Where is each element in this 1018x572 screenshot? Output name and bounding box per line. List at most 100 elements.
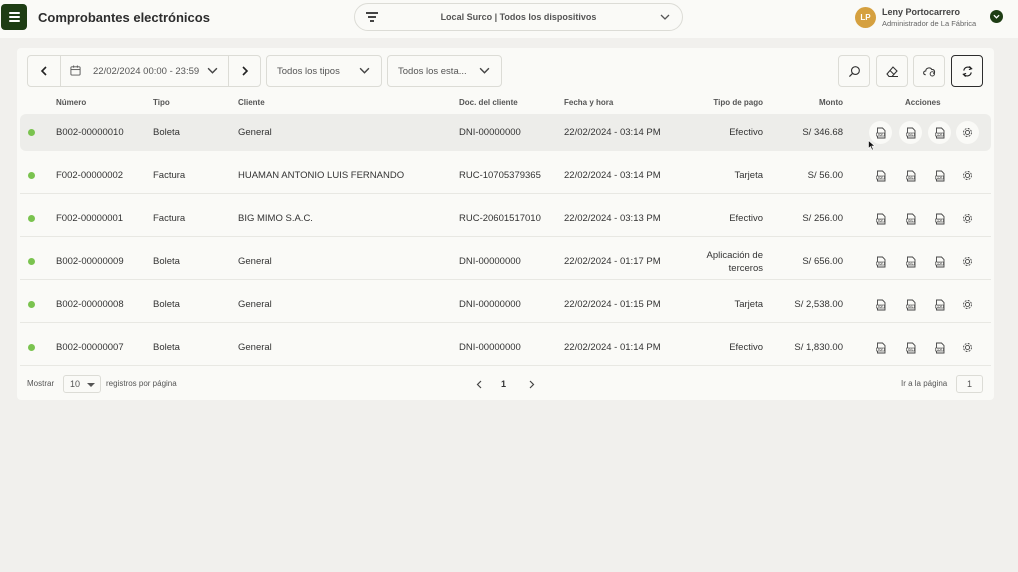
- cell-tipo: Boleta: [153, 127, 180, 138]
- xml-action-button[interactable]: XML: [899, 293, 922, 316]
- svg-text:PDF: PDF: [877, 132, 883, 136]
- xml-icon: XML: [905, 299, 917, 311]
- next-day-button[interactable]: [228, 56, 260, 86]
- header-cliente[interactable]: Cliente: [238, 98, 265, 107]
- pdf-action-button[interactable]: PDF: [869, 250, 892, 273]
- settings-icon: [961, 212, 974, 225]
- header-numero[interactable]: Número: [56, 98, 86, 107]
- payment-type-line: Aplicación de: [706, 250, 763, 261]
- settings-action-button[interactable]: [956, 336, 979, 359]
- header-fecha[interactable]: Fecha y hora: [564, 98, 613, 107]
- next-page-button[interactable]: [525, 377, 539, 391]
- table-row[interactable]: B002-00000009 Boleta General DNI-00000000 22…: [20, 243, 991, 280]
- current-page[interactable]: 1: [501, 379, 506, 389]
- previous-day-button[interactable]: [28, 56, 61, 86]
- chevron-left-icon: [476, 380, 482, 388]
- pdf-icon: PDF: [875, 256, 887, 268]
- svg-text:CDR: CDR: [936, 304, 942, 308]
- cell-monto: S/ 256.00: [802, 213, 843, 224]
- table-row[interactable]: B002-00000007 Boleta General DNI-00000000 22…: [20, 329, 991, 366]
- settings-action-button[interactable]: [956, 207, 979, 230]
- type-filter-label: Todos los tipos: [277, 66, 340, 77]
- xml-action-button[interactable]: XML: [899, 164, 922, 187]
- cell-numero: F002-00000001: [56, 213, 124, 224]
- cdr-action-button[interactable]: CDR: [928, 207, 951, 230]
- cell-cliente: BIG MIMO S.A.C.: [238, 213, 313, 224]
- table-row[interactable]: F002-00000001 Factura BIG MIMO S.A.C. RUC-2…: [20, 200, 991, 237]
- cell-doc: DNI-00000000: [459, 127, 521, 138]
- menu-icon-line: [8, 20, 20, 22]
- header-doc[interactable]: Doc. del cliente: [459, 98, 518, 107]
- page-title: Comprobantes electrónicos: [38, 10, 210, 25]
- cell-tipo: Boleta: [153, 256, 180, 267]
- settings-action-button[interactable]: [956, 164, 979, 187]
- state-filter-select[interactable]: Todos los esta...: [387, 55, 502, 87]
- payment-type-line: Tarjeta: [734, 170, 763, 181]
- table-row[interactable]: B002-00000008 Boleta General DNI-00000000 22…: [20, 286, 991, 323]
- pdf-action-button[interactable]: PDF: [869, 336, 892, 359]
- eraser-icon: [886, 65, 898, 77]
- cdr-icon: CDR: [934, 256, 946, 268]
- cell-fecha: 22/02/2024 - 03:13 PM: [564, 213, 661, 224]
- svg-text:XML: XML: [907, 218, 913, 222]
- cloud-sync-button[interactable]: [913, 55, 945, 87]
- header-tipo[interactable]: Tipo: [153, 98, 170, 107]
- xml-action-button[interactable]: XML: [899, 250, 922, 273]
- type-filter-select[interactable]: Todos los tipos: [266, 55, 382, 87]
- date-range-filter: 22/02/2024 00:00 - 23:59: [27, 55, 261, 87]
- xml-action-button[interactable]: XML: [899, 121, 922, 144]
- previous-page-button[interactable]: [472, 377, 486, 391]
- chevron-down-icon[interactable]: [207, 65, 218, 76]
- cell-pago: Efectivo: [657, 127, 763, 138]
- pdf-action-button[interactable]: PDF: [869, 164, 892, 187]
- search-button[interactable]: [838, 55, 870, 87]
- per-page-select[interactable]: 10: [63, 375, 101, 393]
- settings-action-button[interactable]: [956, 250, 979, 273]
- cell-pago: Tarjeta: [657, 299, 763, 310]
- show-label: Mostrar: [27, 379, 55, 388]
- per-page-label: registros por página: [106, 379, 177, 388]
- cdr-action-button[interactable]: CDR: [928, 250, 951, 273]
- header-pago[interactable]: Tipo de pago: [657, 98, 763, 107]
- xml-action-button[interactable]: XML: [899, 336, 922, 359]
- user-menu-chevron-icon[interactable]: [990, 10, 1003, 23]
- receipts-card: 22/02/2024 00:00 - 23:59 Todos los tipos…: [17, 48, 994, 400]
- date-range-value[interactable]: 22/02/2024 00:00 - 23:59: [93, 66, 199, 77]
- location-selector[interactable]: Local Surco | Todos los dispositivos: [354, 3, 683, 31]
- header-monto[interactable]: Monto: [777, 98, 843, 107]
- refresh-button[interactable]: [951, 55, 983, 87]
- cdr-icon: CDR: [934, 170, 946, 182]
- clear-filters-button[interactable]: [876, 55, 908, 87]
- cdr-action-button[interactable]: CDR: [928, 121, 951, 144]
- pdf-action-button[interactable]: PDF: [869, 207, 892, 230]
- settings-icon: [961, 298, 974, 311]
- cell-cliente: General: [238, 342, 272, 353]
- table-row[interactable]: F002-00000002 Factura HUAMAN ANTONIO LUIS …: [20, 157, 991, 194]
- cell-fecha: 22/02/2024 - 01:14 PM: [564, 342, 661, 353]
- table-row[interactable]: B002-00000010 Boleta General DNI-00000000 22…: [20, 114, 991, 151]
- settings-action-button[interactable]: [956, 293, 979, 316]
- xml-action-button[interactable]: XML: [899, 207, 922, 230]
- state-filter-label: Todos los esta...: [398, 66, 467, 77]
- cdr-action-button[interactable]: CDR: [928, 293, 951, 316]
- goto-page-input[interactable]: 1: [956, 375, 983, 393]
- cdr-action-button[interactable]: CDR: [928, 164, 951, 187]
- status-dot: [28, 172, 35, 179]
- pdf-action-button[interactable]: PDF: [869, 293, 892, 316]
- cdr-icon: CDR: [934, 342, 946, 354]
- status-dot: [28, 129, 35, 136]
- svg-text:XML: XML: [907, 304, 913, 308]
- cloud-icon: [922, 67, 935, 77]
- chevron-right-icon: [242, 66, 249, 76]
- location-label: Local Surco | Todos los dispositivos: [440, 12, 597, 22]
- svg-text:PDF: PDF: [877, 304, 883, 308]
- cell-pago: Tarjeta: [657, 170, 763, 181]
- refresh-icon: [961, 65, 973, 77]
- settings-action-button[interactable]: [956, 121, 979, 144]
- svg-text:PDF: PDF: [877, 347, 883, 351]
- avatar[interactable]: LP: [855, 7, 876, 28]
- cdr-action-button[interactable]: CDR: [928, 336, 951, 359]
- cell-numero: B002-00000009: [56, 256, 124, 267]
- svg-text:PDF: PDF: [877, 261, 883, 265]
- hamburger-menu-button[interactable]: [1, 4, 27, 30]
